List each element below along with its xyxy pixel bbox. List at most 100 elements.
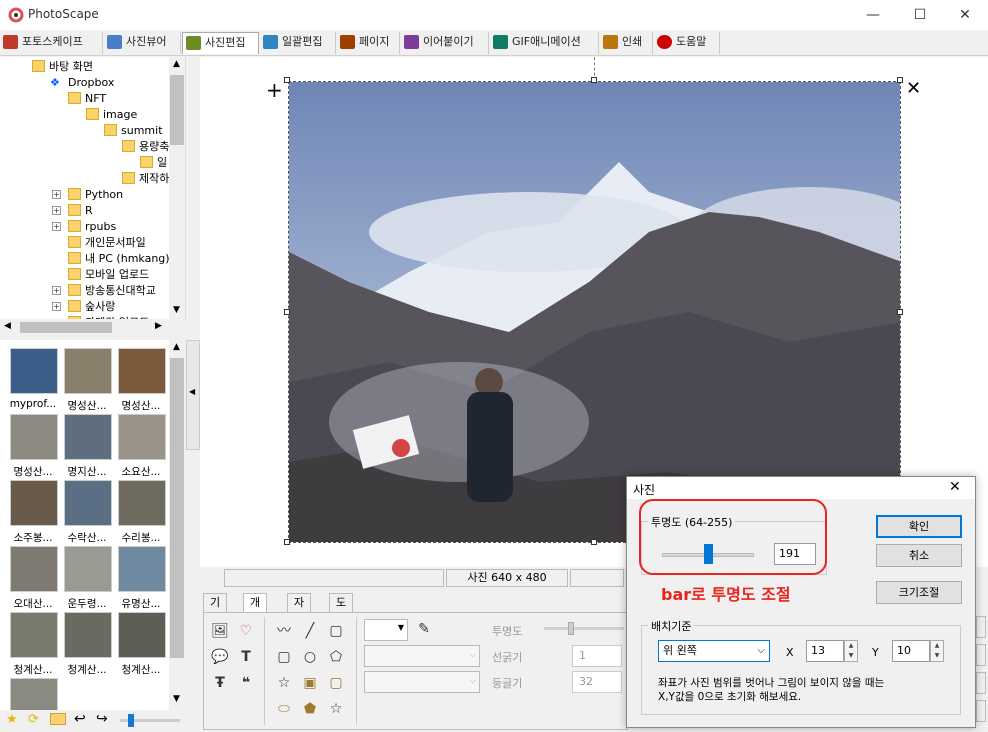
thumbnail-image[interactable] [118,348,166,394]
thumbnail-image[interactable] [118,546,166,592]
tab-editor[interactable]: 사진편집 [182,32,259,54]
fill-style-dropdown[interactable]: ⌵ [364,671,480,693]
expand-icon[interactable]: + [52,222,61,231]
eyedropper-icon[interactable]: ✎ [414,619,434,639]
tree-item[interactable]: 모바일 업로드 [68,267,149,283]
thumbnail-image[interactable] [118,480,166,526]
delete-object-icon[interactable]: ✕ [906,78,921,99]
circle-icon[interactable]: ○ [300,647,320,667]
tab-combine[interactable]: 이어붙이기 [401,32,489,54]
thumbnail-image[interactable] [10,678,58,710]
star-icon[interactable]: ★ [6,712,18,727]
expand-icon[interactable]: + [52,302,61,311]
expand-icon[interactable]: + [52,286,61,295]
tree-item[interactable]: 제작하 [122,171,169,187]
tab-viewer[interactable]: 사진뷰어 [104,32,181,54]
cancel-button[interactable]: 취소 [876,544,962,567]
side-button[interactable] [976,700,986,722]
thumbnail-image[interactable] [10,546,58,592]
thumbnail-image[interactable] [10,480,58,526]
tree-scroll-thumb[interactable] [170,75,184,145]
tab-basic[interactable]: 기본 [203,593,228,627]
filled-pentagon-icon[interactable]: ⬟ [300,699,320,719]
move-cross-icon[interactable]: + [266,78,283,102]
resize-handle-bl[interactable] [284,539,290,545]
insert-photo-icon[interactable]: 🖼 [210,621,230,641]
thumbnail-image[interactable] [64,414,112,460]
thumbs-vertical-scrollbar[interactable]: ▲ ▼ [169,340,186,710]
side-button[interactable] [976,672,986,694]
thumbnail-image[interactable] [10,348,58,394]
folder-icon[interactable] [50,713,66,725]
scroll-right-icon[interactable]: ▶ [155,321,162,331]
ok-button[interactable]: 확인 [876,515,962,538]
color-picker-dropdown[interactable]: ▼ [364,619,408,641]
tree-horizontal-scrollbar[interactable]: ◀ ▶ [0,319,186,336]
tree-item[interactable]: + Python [52,187,123,203]
y-input[interactable]: 10 [892,640,930,662]
resize-handle-l[interactable] [284,309,290,315]
line-icon[interactable]: ╱ [300,621,320,641]
scroll-left-icon[interactable]: ◀ [4,321,11,331]
close-button[interactable]: ✕ [942,0,988,30]
x-spin-arrows[interactable]: ▲ ▼ [844,640,858,662]
maximize-button[interactable]: ☐ [897,0,943,30]
quote-icon[interactable]: ❝ [236,673,256,693]
y-spin-arrows[interactable]: ▲ ▼ [930,640,944,662]
resize-button[interactable]: 크기조절 [876,581,962,604]
side-button[interactable] [976,616,986,638]
tab-crop[interactable]: 자르기 [287,593,312,645]
thumbnail-image[interactable] [64,546,112,592]
opacity-slider-handle[interactable] [568,622,574,635]
thumb-size-slider[interactable] [120,714,180,727]
thumbnail-image[interactable] [10,414,58,460]
resize-handle-tr[interactable] [897,77,903,83]
minimize-button[interactable]: — [850,0,896,30]
pentagon-icon[interactable]: ⬠ [326,647,346,667]
thumbnail-image[interactable] [10,612,58,658]
tree-item[interactable]: + R [52,203,93,219]
insert-icon-icon[interactable]: ♡ [236,621,256,641]
back-arrow-icon[interactable]: ↩ [74,711,86,727]
side-button[interactable] [976,644,986,666]
tree-item[interactable]: 개인문서파일 [68,235,146,251]
text-icon[interactable]: T [236,647,256,667]
photo-object[interactable] [288,81,901,543]
filled-rect-icon[interactable]: ▣ [300,673,320,693]
scroll-down-icon[interactable]: ▼ [173,694,180,704]
tab-tools[interactable]: 도구 [329,593,354,627]
thumbnail-image[interactable] [118,612,166,658]
collapse-icon[interactable]: ◀ [189,387,195,396]
tree-hscroll-thumb[interactable] [20,322,112,333]
tab-print[interactable]: 인쇄 [600,32,653,54]
rectangle-icon[interactable]: ▢ [326,621,346,641]
x-input[interactable]: 13 [806,640,844,662]
tree-item[interactable]: 일 [140,155,167,171]
tab-help[interactable]: 도움말 [654,32,720,54]
tree-item[interactable]: summit [104,123,163,139]
speech-bubble-icon[interactable]: 💬 [210,647,230,667]
refresh-icon[interactable]: ⟳ [28,712,39,727]
thumbnail-image[interactable] [64,348,112,394]
tree-item[interactable]: 내 PC (hmkang) [68,251,170,267]
forward-arrow-icon[interactable]: ↪ [96,711,108,727]
tab-batch-editor[interactable]: 일괄편집 [260,32,336,54]
thumbnail-image[interactable] [64,612,112,658]
star-shape-icon[interactable]: ☆ [274,673,294,693]
resize-handle-r[interactable] [897,309,903,315]
opacity-slider[interactable] [544,622,624,635]
tree-item[interactable]: + 방송통신대학교 [52,283,156,299]
tree-item[interactable]: 용량축 [122,139,169,155]
tab-photoscape[interactable]: 포토스케이프 [0,32,103,54]
thumb-size-slider-handle[interactable] [128,714,134,727]
tree-item[interactable]: + rpubs [52,219,116,235]
freehand-icon[interactable]: 〰 [274,621,294,641]
line-style-dropdown[interactable]: ⌵ [364,645,480,667]
filled-round-rect-icon[interactable]: ▢ [326,673,346,693]
tree-item[interactable]: image [86,107,137,123]
thumbs-scroll-thumb[interactable] [170,358,184,658]
tree-item[interactable]: NFT [68,91,106,107]
scroll-up-icon[interactable]: ▲ [173,59,180,69]
roundness-input[interactable]: 32 [572,671,622,693]
thumbnail-image[interactable] [118,414,166,460]
